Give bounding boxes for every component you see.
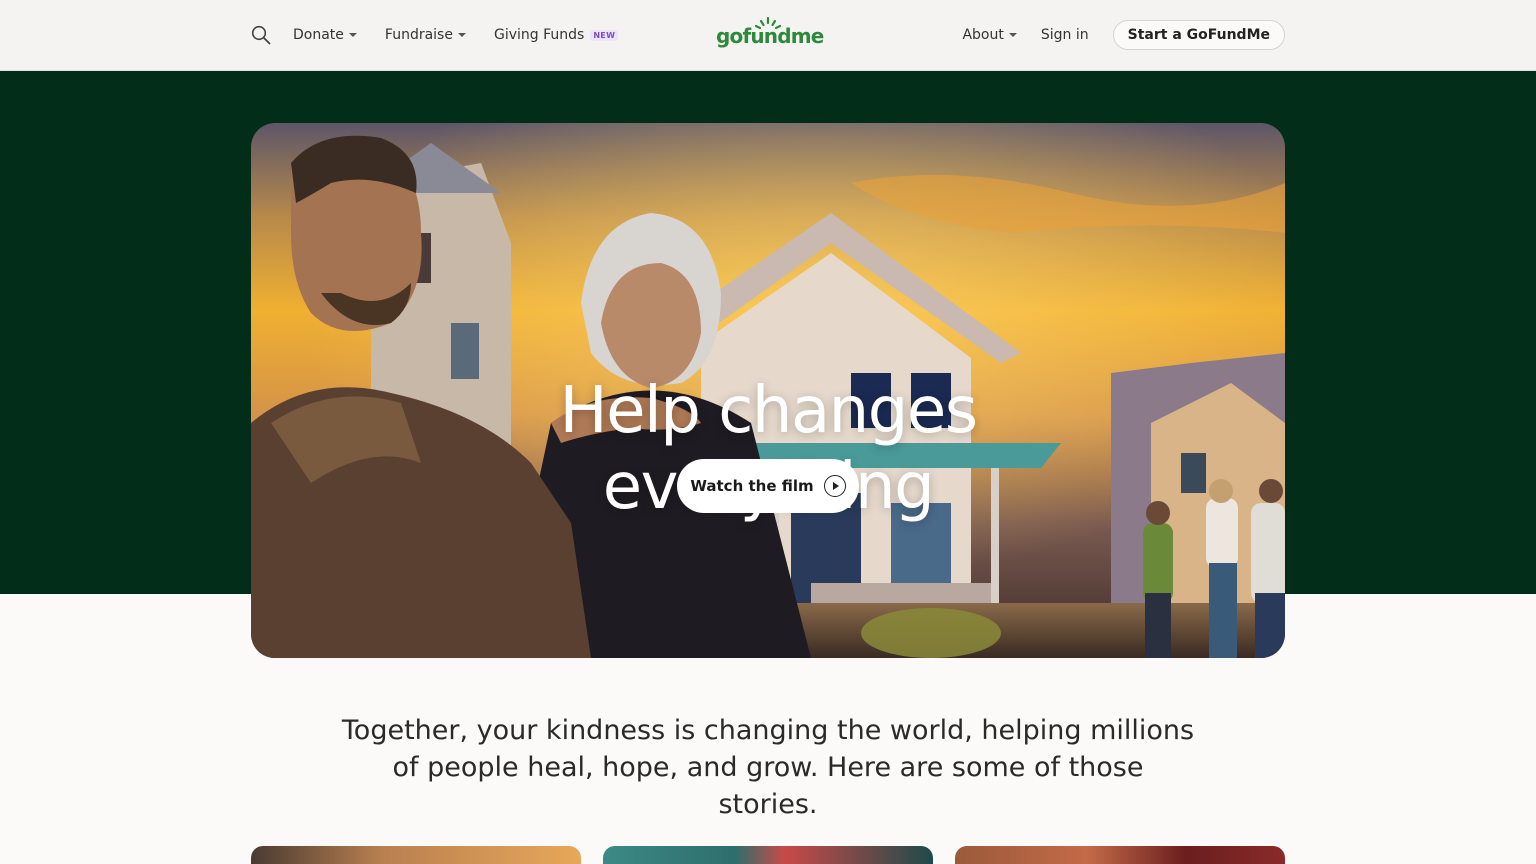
sign-in-link[interactable]: Sign in [1041,27,1089,43]
logo-wordmark: gofundme [716,24,824,48]
hero-banner: Help changes everything [251,123,1285,658]
nav-about[interactable]: About [962,27,1017,43]
start-gofundme-button[interactable]: Start a GoFundMe [1112,20,1285,50]
sign-in-label: Sign in [1040,27,1089,43]
chevron-down-icon [348,33,357,37]
nav-fundraise[interactable]: Fundraise [385,27,466,43]
new-badge: NEW [590,29,619,41]
watch-film-label: Watch the film [690,477,814,495]
search-icon[interactable] [250,24,272,46]
nav-donate-label: Donate [293,27,344,43]
nav-giving-funds-label: Giving Funds [493,27,585,43]
play-circle-icon [823,475,846,497]
nav-donate[interactable]: Donate [293,27,357,43]
chevron-down-icon [1008,33,1017,37]
story-card-1[interactable] [251,846,581,864]
nav-left: Donate Fundraise Giving Funds NEW [250,0,646,70]
intro-text: Together, your kindness is changing the … [341,715,1195,820]
watch-film-button[interactable]: Watch the film [677,459,859,513]
hero-title-line-1: Help changes [559,374,978,448]
nav-fundraise-label: Fundraise [384,27,453,43]
gofundme-logo[interactable]: gofundme [716,14,824,54]
chevron-down-icon [457,33,466,37]
story-card-3[interactable] [955,846,1285,864]
nav-about-label: About [962,27,1004,43]
nav-right: About Sign in Start a GoFundMe [962,0,1285,70]
site-header: Donate Fundraise Giving Funds NEW gofund… [0,0,1536,71]
nav-giving-funds[interactable]: Giving Funds NEW [493,27,619,43]
story-card-2[interactable] [603,846,933,864]
